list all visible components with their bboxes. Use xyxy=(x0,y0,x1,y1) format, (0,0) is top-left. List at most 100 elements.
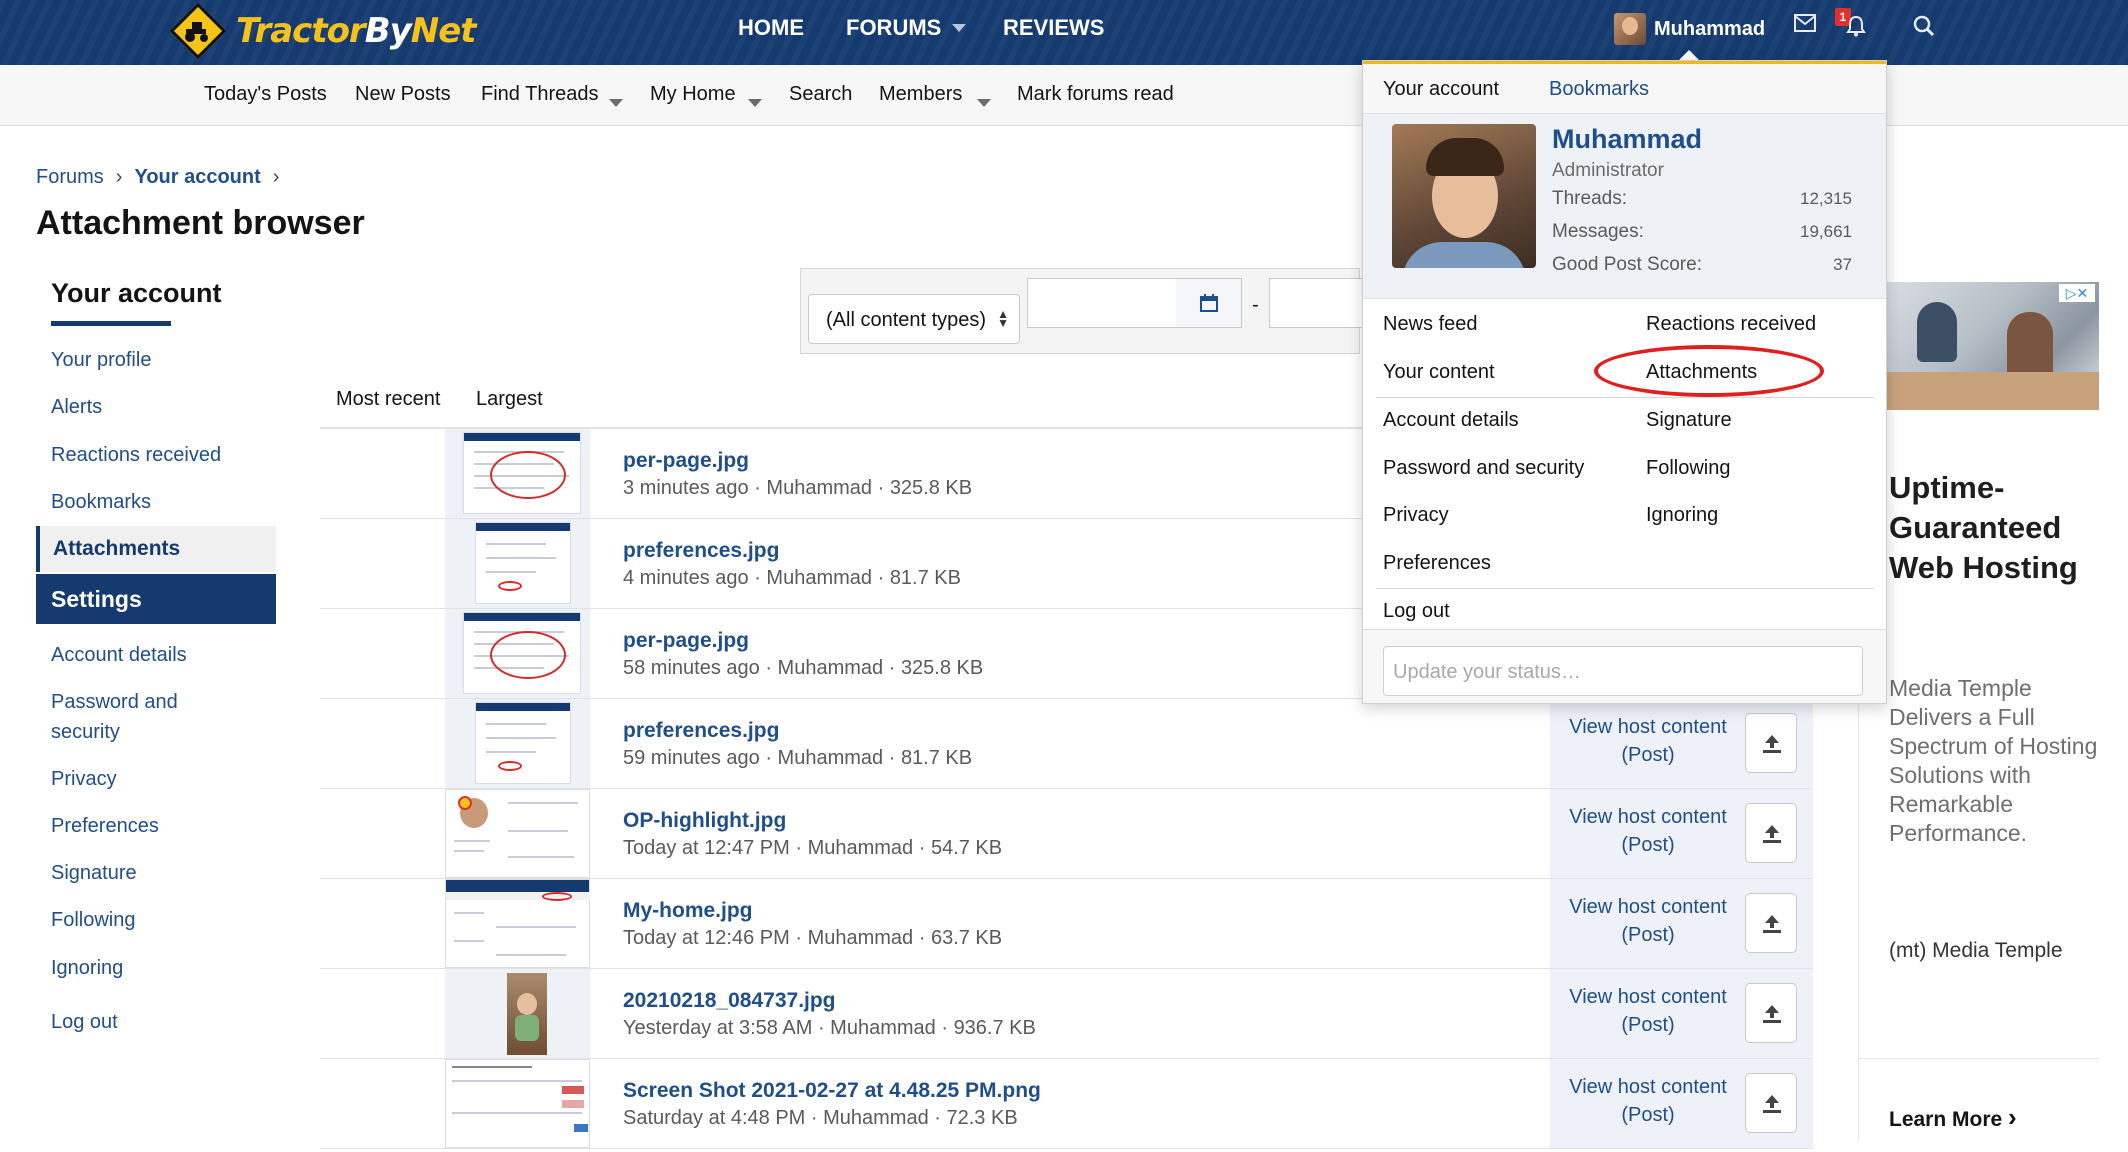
nav-home[interactable]: HOME xyxy=(738,0,804,56)
ad-close-icon[interactable]: ▷✕ xyxy=(2059,284,2095,302)
sidebar-item-password-security[interactable]: Password and security xyxy=(51,687,211,747)
tab-your-account[interactable]: Your account xyxy=(1383,78,1499,101)
sidebar-item-ignoring[interactable]: Ignoring xyxy=(51,953,123,983)
nav-forums[interactable]: FORUMS xyxy=(846,0,941,56)
chevron-right-icon: › xyxy=(2008,1102,2017,1132)
view-host-content-link[interactable]: View host content (Post) xyxy=(1550,893,1746,949)
attachment-thumbnail[interactable] xyxy=(445,429,590,518)
sidebar-item-your-profile[interactable]: Your profile xyxy=(51,345,151,375)
content-type-value: (All content types) xyxy=(826,309,987,331)
ad-brand: (mt) Media Temple xyxy=(1889,939,2063,962)
attachment-row: My-home.jpg Today at 12:46 PM · Muhammad… xyxy=(320,879,1813,969)
menu-item-your-content[interactable]: Your content xyxy=(1383,361,1495,384)
host-content-cell: View host content (Post) xyxy=(1550,969,1813,1058)
subnav-members[interactable]: Members xyxy=(879,83,962,106)
sidebar-item-reactions-received[interactable]: Reactions received xyxy=(51,440,221,470)
end-date-input[interactable] xyxy=(1269,278,1364,328)
sidebar-item-signature[interactable]: Signature xyxy=(51,858,137,888)
breadcrumb-forums[interactable]: Forums xyxy=(36,166,104,189)
breadcrumb-your-account[interactable]: Your account xyxy=(134,166,260,189)
calendar-button[interactable] xyxy=(1176,278,1242,328)
view-host-content-link[interactable]: View host content (Post) xyxy=(1550,803,1746,859)
bell-icon[interactable] xyxy=(1846,15,1866,37)
view-host-content-link[interactable]: View host content (Post) xyxy=(1550,713,1746,769)
status-update-area: Update your status… xyxy=(1363,629,1886,703)
upload-button[interactable] xyxy=(1745,713,1797,773)
attachment-meta: Saturday at 4:48 PM · Muhammad · 72.3 KB xyxy=(623,1107,1018,1129)
attachment-row: Screen Shot 2021-02-27 at 4.48.25 PM.png… xyxy=(320,1059,1813,1149)
menu-item-log-out[interactable]: Log out xyxy=(1383,600,1450,623)
subnav-todays-posts[interactable]: Today's Posts xyxy=(204,83,327,106)
sidebar-item-privacy[interactable]: Privacy xyxy=(51,764,117,794)
upload-button[interactable] xyxy=(1745,983,1797,1043)
attachment-filename[interactable]: My-home.jpg xyxy=(623,899,753,923)
ad-learn-more-link[interactable]: Learn More › xyxy=(1889,1102,2017,1133)
upload-icon xyxy=(1763,1095,1781,1113)
view-host-content-link[interactable]: View host content (Post) xyxy=(1550,1073,1746,1129)
attachment-filename[interactable]: Screen Shot 2021-02-27 at 4.48.25 PM.png xyxy=(623,1079,1041,1103)
view-host-content-link[interactable]: View host content (Post) xyxy=(1550,983,1746,1039)
attachment-filename[interactable]: preferences.jpg xyxy=(623,719,779,743)
ad-headline[interactable]: Uptime-Guaranteed Web Hosting xyxy=(1889,468,2128,588)
menu-item-signature[interactable]: Signature xyxy=(1646,409,1732,432)
subnav-new-posts[interactable]: New Posts xyxy=(355,83,451,106)
find-threads-chevron-icon[interactable] xyxy=(609,91,623,114)
menu-item-preferences[interactable]: Preferences xyxy=(1383,552,1491,575)
sidebar-item-label: Attachments xyxy=(53,537,181,560)
mail-icon[interactable] xyxy=(1794,14,1816,32)
start-date-input[interactable] xyxy=(1027,278,1177,328)
sidebar-item-attachments[interactable]: Attachments xyxy=(36,526,276,572)
page-title: Attachment browser xyxy=(36,204,365,242)
my-home-chevron-icon[interactable] xyxy=(748,91,762,114)
search-icon[interactable] xyxy=(1913,15,1935,37)
attachment-thumbnail[interactable] xyxy=(445,879,590,968)
subnav-find-threads[interactable]: Find Threads xyxy=(481,83,598,106)
sidebar-item-account-details[interactable]: Account details xyxy=(51,640,187,670)
avatar xyxy=(1614,13,1646,45)
sidebar-item-log-out[interactable]: Log out xyxy=(51,1007,118,1037)
forums-menu-chevron-icon[interactable] xyxy=(952,0,966,56)
attachment-thumbnail[interactable] xyxy=(445,789,590,878)
sidebar-item-preferences[interactable]: Preferences xyxy=(51,811,159,841)
subnav-search[interactable]: Search xyxy=(789,83,852,106)
site-logo[interactable]: TractorByNet xyxy=(169,2,477,60)
account-nav[interactable]: Muhammad xyxy=(1614,12,1765,46)
attachment-thumbnail[interactable] xyxy=(445,969,590,1058)
menu-item-news-feed[interactable]: News feed xyxy=(1383,313,1478,336)
attachment-thumbnail[interactable] xyxy=(445,519,590,608)
attachment-row: OP-highlight.jpg Today at 12:47 PM · Muh… xyxy=(320,789,1813,879)
menu-item-following[interactable]: Following xyxy=(1646,457,1730,480)
tab-largest[interactable]: Largest xyxy=(476,388,543,411)
subnav-my-home[interactable]: My Home xyxy=(650,83,736,106)
profile-name[interactable]: Muhammad xyxy=(1552,124,1702,155)
attachment-filename[interactable]: OP-highlight.jpg xyxy=(623,809,786,833)
nav-reviews[interactable]: REVIEWS xyxy=(1003,0,1104,56)
menu-item-ignoring[interactable]: Ignoring xyxy=(1646,504,1718,527)
attachment-thumbnail[interactable] xyxy=(445,609,590,698)
sidebar-item-following[interactable]: Following xyxy=(51,905,135,935)
upload-icon xyxy=(1763,825,1781,843)
status-update-input[interactable]: Update your status… xyxy=(1383,646,1863,696)
tab-bookmarks[interactable]: Bookmarks xyxy=(1549,78,1649,101)
attachment-filename[interactable]: per-page.jpg xyxy=(623,629,749,653)
attachment-filename[interactable]: 20210218_084737.jpg xyxy=(623,989,836,1013)
top-header: TractorByNet HOME FORUMS REVIEWS Muhamma… xyxy=(0,0,2128,65)
menu-item-account-details[interactable]: Account details xyxy=(1383,409,1519,432)
tab-most-recent[interactable]: Most recent xyxy=(336,388,440,411)
attachment-filename[interactable]: preferences.jpg xyxy=(623,539,779,563)
sidebar-item-alerts[interactable]: Alerts xyxy=(51,392,102,422)
menu-item-password-security[interactable]: Password and security xyxy=(1383,457,1584,480)
menu-item-reactions-received[interactable]: Reactions received xyxy=(1646,313,1816,336)
upload-button[interactable] xyxy=(1745,893,1797,953)
avatar[interactable] xyxy=(1392,124,1536,268)
sidebar-item-bookmarks[interactable]: Bookmarks xyxy=(51,487,151,517)
attachment-filename[interactable]: per-page.jpg xyxy=(623,449,749,473)
members-chevron-icon[interactable] xyxy=(977,91,991,114)
content-type-select[interactable]: (All content types) ▲ ▼ xyxy=(808,294,1020,344)
attachment-thumbnail[interactable] xyxy=(445,1059,590,1148)
upload-button[interactable] xyxy=(1745,803,1797,863)
upload-button[interactable] xyxy=(1745,1073,1797,1133)
subnav-mark-forums-read[interactable]: Mark forums read xyxy=(1017,83,1174,106)
attachment-thumbnail[interactable] xyxy=(445,699,590,788)
menu-item-privacy[interactable]: Privacy xyxy=(1383,504,1449,527)
